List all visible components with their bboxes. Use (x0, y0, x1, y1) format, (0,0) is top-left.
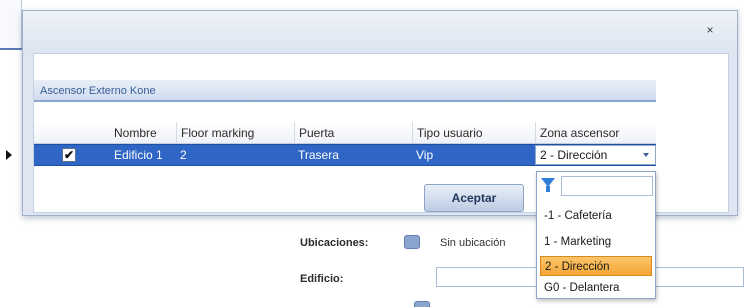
edificio-label: Edificio: (300, 273, 344, 285)
zona-ascensor-combobox[interactable]: 2 - Dirección (535, 145, 656, 165)
filter-icon-stem (546, 186, 550, 192)
column-header-tipo-usuario[interactable]: Tipo usuario (412, 122, 535, 144)
grid-header: Nombre Floor marking Puerta Tipo usuario… (34, 122, 656, 144)
cell-tipo-usuario: Vip (416, 148, 434, 162)
dropdown-option[interactable]: G0 - Delantera (540, 278, 652, 298)
dropdown-filter (541, 176, 653, 196)
background-accent-line (0, 48, 22, 50)
location-icon[interactable] (404, 235, 420, 249)
row-pointer-icon (6, 150, 12, 160)
cell-floor-marking: 2 (180, 148, 187, 162)
group-header-ascensor: Ascensor Externo Kone (34, 80, 656, 102)
zona-dropdown-list: -1 - Cafetería 1 - Marketing 2 - Direcci… (536, 171, 656, 299)
close-icon[interactable]: × (703, 23, 717, 37)
location-icon[interactable] (414, 301, 430, 307)
cell-nombre: Edificio 1 (114, 148, 163, 162)
ubicaciones-label: Ubicaciones: (300, 237, 369, 249)
table-row[interactable]: ✔ Edificio 1 2 Trasera Vip 2 - Dirección (6, 144, 656, 166)
column-header-floor-marking[interactable]: Floor marking (176, 122, 294, 144)
dropdown-option[interactable]: -1 - Cafetería (540, 206, 652, 226)
accept-button[interactable]: Aceptar (424, 184, 524, 212)
dropdown-option[interactable]: 1 - Marketing (540, 232, 652, 252)
chevron-down-icon[interactable] (643, 153, 649, 157)
ubicaciones-value: Sin ubicación (440, 237, 506, 249)
elevator-grid: Nombre Floor marking Puerta Tipo usuario… (6, 122, 656, 166)
cell-puerta: Trasera (298, 148, 339, 162)
column-header-puerta[interactable]: Puerta (294, 122, 412, 144)
dialog-titlebar: × (23, 11, 737, 53)
zona-ascensor-value: 2 - Dirección (540, 148, 608, 162)
column-header-zona-ascensor[interactable]: Zona ascensor (535, 122, 656, 144)
background-panel-edge (0, 0, 22, 50)
column-header-nombre[interactable]: Nombre (110, 122, 176, 144)
row-checkbox[interactable]: ✔ (62, 148, 76, 162)
filter-input[interactable] (561, 176, 653, 196)
dropdown-option-selected[interactable]: 2 - Dirección (540, 256, 652, 276)
